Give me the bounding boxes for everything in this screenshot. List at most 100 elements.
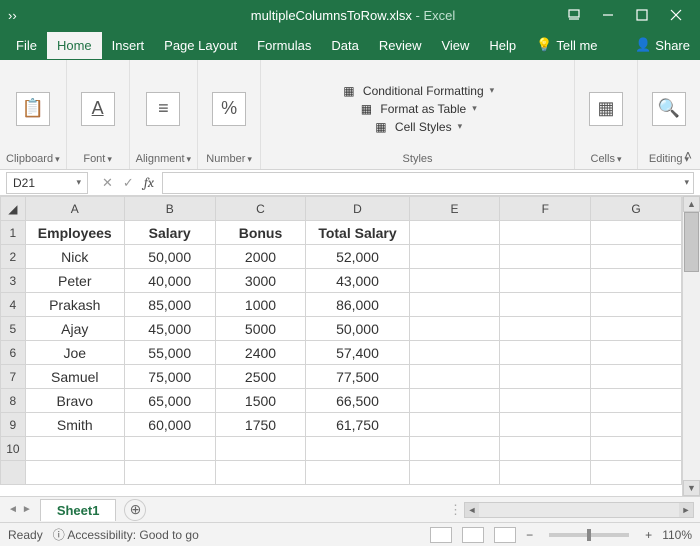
vertical-scrollbar[interactable]: ▲ ▼ [682, 196, 700, 496]
row-header-10[interactable]: 10 [1, 437, 26, 461]
tab-formulas[interactable]: Formulas [247, 32, 321, 59]
cell[interactable]: 85,000 [124, 293, 215, 317]
fx-icon[interactable]: fx [144, 174, 154, 191]
cells-button[interactable]: ▦ [581, 64, 631, 153]
ribbon-options-icon[interactable] [558, 4, 590, 26]
cell[interactable]: 43,000 [306, 269, 409, 293]
cell[interactable] [409, 437, 500, 461]
close-icon[interactable] [660, 4, 692, 26]
cell[interactable]: Employees [25, 221, 124, 245]
sheet-tab[interactable]: Sheet1 [40, 499, 117, 521]
cell[interactable]: 1500 [215, 389, 306, 413]
cell[interactable]: 50,000 [306, 317, 409, 341]
clipboard-button[interactable]: 📋 [8, 64, 58, 153]
editing-button[interactable]: 🔍 [644, 64, 694, 153]
cell[interactable]: 40,000 [124, 269, 215, 293]
cell[interactable] [215, 461, 306, 485]
cell[interactable]: 1000 [215, 293, 306, 317]
scroll-right-icon[interactable]: ► [679, 503, 693, 517]
scroll-up-icon[interactable]: ▲ [683, 196, 700, 212]
cell[interactable]: 50,000 [124, 245, 215, 269]
tab-help[interactable]: Help [479, 32, 526, 59]
cell[interactable]: Joe [25, 341, 124, 365]
cell[interactable] [500, 317, 591, 341]
cell[interactable] [409, 317, 500, 341]
cell[interactable]: Prakash [25, 293, 124, 317]
cell[interactable] [591, 245, 682, 269]
cell[interactable] [124, 437, 215, 461]
minimize-icon[interactable] [592, 4, 624, 26]
cell[interactable]: Total Salary [306, 221, 409, 245]
row-header[interactable] [1, 461, 26, 485]
row-header-7[interactable]: 7 [1, 365, 26, 389]
cell[interactable]: 2000 [215, 245, 306, 269]
col-header-A[interactable]: A [25, 197, 124, 221]
cell[interactable] [591, 269, 682, 293]
conditional-formatting-button[interactable]: ▦ Conditional Formatting▾ [341, 83, 494, 99]
cell[interactable]: 2400 [215, 341, 306, 365]
normal-view-button[interactable] [430, 527, 452, 543]
cell[interactable] [591, 437, 682, 461]
cell[interactable] [409, 389, 500, 413]
accessibility-status[interactable]: ⓘ Accessibility: Good to go [53, 526, 199, 543]
col-header-F[interactable]: F [500, 197, 591, 221]
cell[interactable]: Salary [124, 221, 215, 245]
zoom-level[interactable]: 110% [662, 528, 692, 542]
cell[interactable] [409, 245, 500, 269]
number-button[interactable]: % [204, 64, 254, 153]
formula-expand-icon[interactable]: ▾ [684, 177, 689, 188]
cell[interactable]: 57,400 [306, 341, 409, 365]
cell[interactable] [500, 293, 591, 317]
cell[interactable]: 65,000 [124, 389, 215, 413]
cell[interactable] [500, 389, 591, 413]
cell[interactable] [409, 413, 500, 437]
row-header-9[interactable]: 9 [1, 413, 26, 437]
tab-file[interactable]: File [6, 32, 47, 59]
cell[interactable] [591, 461, 682, 485]
sheet-nav-next-icon[interactable]: ► [22, 504, 32, 515]
sheet-nav-prev-icon[interactable]: ◄ [8, 504, 18, 515]
name-box[interactable]: D21 ▾ [6, 172, 88, 194]
cell[interactable] [409, 269, 500, 293]
col-header-B[interactable]: B [124, 197, 215, 221]
cell[interactable]: 75,000 [124, 365, 215, 389]
cell[interactable]: 1750 [215, 413, 306, 437]
row-header-3[interactable]: 3 [1, 269, 26, 293]
cell[interactable] [306, 437, 409, 461]
row-header-6[interactable]: 6 [1, 341, 26, 365]
cell[interactable] [500, 221, 591, 245]
cell[interactable]: Peter [25, 269, 124, 293]
cell[interactable]: 61,750 [306, 413, 409, 437]
cell[interactable]: 60,000 [124, 413, 215, 437]
cell[interactable]: Bravo [25, 389, 124, 413]
formula-accept-icon[interactable]: ✓ [123, 175, 134, 191]
cell[interactable] [500, 413, 591, 437]
zoom-out-button[interactable]: − [526, 528, 533, 542]
cell[interactable] [409, 365, 500, 389]
cell[interactable] [591, 341, 682, 365]
select-all-cell[interactable]: ◢ [1, 197, 26, 221]
collapse-ribbon-icon[interactable]: ˄ [684, 147, 692, 163]
cell[interactable] [591, 365, 682, 389]
scroll-left-icon[interactable]: ◄ [465, 503, 479, 517]
cell[interactable]: 5000 [215, 317, 306, 341]
cell[interactable] [500, 461, 591, 485]
cell[interactable] [500, 269, 591, 293]
zoom-slider[interactable] [549, 533, 629, 537]
cell[interactable] [215, 437, 306, 461]
cell[interactable] [500, 437, 591, 461]
cell[interactable] [409, 293, 500, 317]
col-header-D[interactable]: D [306, 197, 409, 221]
tab-data[interactable]: Data [321, 32, 368, 59]
cell[interactable]: Smith [25, 413, 124, 437]
cell[interactable] [500, 365, 591, 389]
cell[interactable]: 2500 [215, 365, 306, 389]
cell[interactable] [25, 437, 124, 461]
tell-me[interactable]: 💡 Tell me [526, 37, 607, 53]
zoom-in-button[interactable]: + [645, 528, 652, 542]
cell[interactable]: Ajay [25, 317, 124, 341]
horizontal-scrollbar[interactable]: ◄ ► [464, 502, 694, 518]
format-as-table-button[interactable]: ▦ Format as Table▾ [358, 101, 476, 117]
cell[interactable]: 66,500 [306, 389, 409, 413]
cell[interactable]: 45,000 [124, 317, 215, 341]
